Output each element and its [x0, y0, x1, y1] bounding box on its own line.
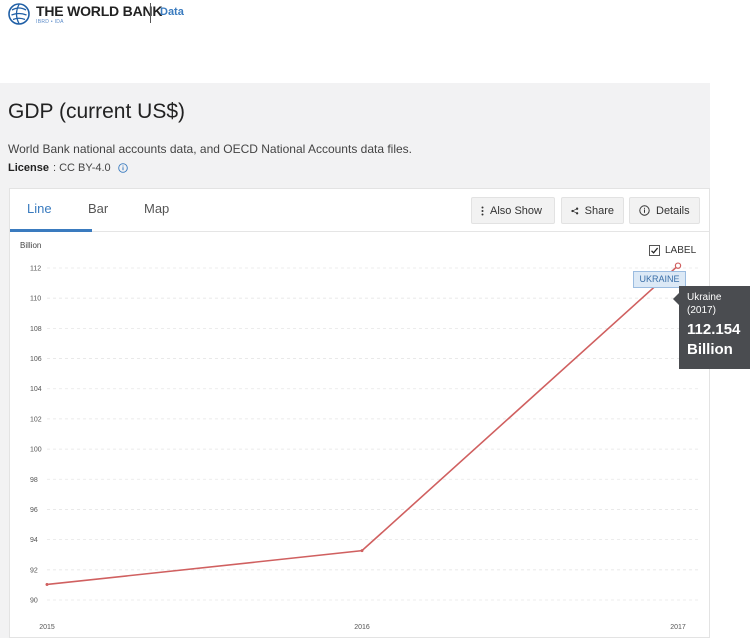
series-line-ukraine[interactable]	[46, 265, 679, 586]
y-tick-label: 90	[30, 598, 38, 605]
y-tick-label: 92	[30, 567, 38, 574]
tooltip-arrow	[673, 293, 679, 305]
data-point[interactable]	[674, 262, 682, 269]
tooltip-value: 112.154	[687, 321, 741, 338]
tooltip-year: (2017)	[687, 305, 716, 316]
x-tick-label: 2017	[670, 624, 686, 631]
data-point[interactable]	[45, 582, 49, 587]
x-tick-label: 2015	[39, 624, 55, 631]
y-tick-label: 112	[30, 266, 41, 273]
data-tooltip: Ukraine (2017) 112.154 Billion	[673, 286, 750, 369]
y-tick-label: 104	[30, 386, 42, 393]
line-chart: 90 92 94 96 98 100 102 104 106 108 110 112 2015 2016 2…	[30, 262, 698, 631]
data-point[interactable]	[360, 549, 364, 553]
y-tick-label: 106	[30, 356, 42, 363]
tooltip-country: Ukraine	[687, 292, 722, 303]
y-tick-label: 110	[30, 296, 41, 303]
y-tick-label: 108	[30, 326, 42, 333]
y-tick-label: 94	[30, 537, 38, 544]
y-tick-label: 98	[30, 477, 38, 484]
y-tick-label: 96	[30, 507, 38, 514]
tooltip-unit: Billion	[687, 341, 733, 358]
y-tick-label: 102	[30, 416, 42, 423]
y-tick-label: 100	[30, 447, 42, 454]
x-tick-label: 2016	[354, 624, 370, 631]
